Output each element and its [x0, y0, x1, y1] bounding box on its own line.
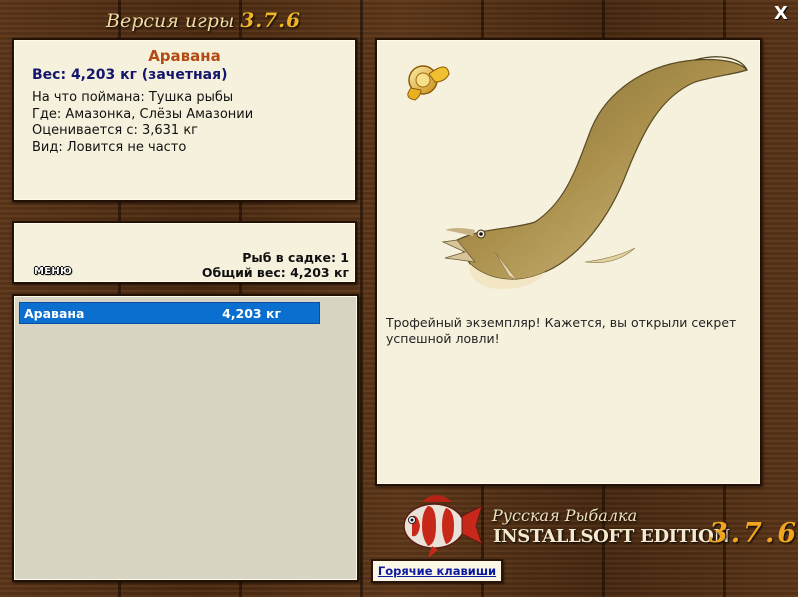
list-item[interactable]: Аравана 4,203 кг [19, 302, 320, 324]
fish-detail-panel: Трофейный экземпляр! Кажется, вы открыли… [375, 38, 762, 486]
logo-title: Русская Рыбалка [492, 506, 638, 525]
close-icon: X [774, 3, 788, 24]
arowana-fish-illustration [441, 56, 749, 290]
min-weight-line: Оценивается с: 3,631 кг [32, 123, 199, 138]
location-line: Где: Амазонка, Слёзы Амазонии [32, 106, 254, 122]
window-title: Версия игры 3.7.6 [106, 8, 301, 32]
logo-edition: INSTALLSOFT EDITION [493, 526, 730, 547]
summary-text: Рыб в садке: 1 Общий вес: 4,203 кг [202, 250, 349, 280]
clownfish-logo-icon [403, 495, 483, 558]
game-logo: Русская Рыбалка INSTALLSOFT EDITION 3.7.… [386, 488, 796, 560]
trophy-medal-icon [407, 65, 450, 101]
list-item-weight: 4,203 кг [222, 305, 281, 321]
fish-weight: Вес: 4,203 кг (зачетная) [32, 67, 228, 83]
total-weight: Общий вес: 4,203 кг [201, 265, 349, 280]
catch-summary-panel: МЕНЮ Рыб в садке: 1 Общий вес: 4,203 кг [12, 221, 357, 284]
logo-version: 3.7.6 [709, 518, 798, 549]
fish-description: Трофейный экземпляр! Кажется, вы открыли… [386, 315, 737, 346]
window-title-prefix: Версия игры [106, 10, 235, 32]
close-button[interactable]: X [772, 4, 790, 24]
bait-line: На что поймана: Тушка рыбы [32, 90, 234, 105]
window-title-version: 3.7.6 [240, 8, 302, 32]
rarity-line: Вид: Ловится не часто [32, 139, 187, 155]
list-item-name: Аравана [24, 305, 85, 321]
menu-button[interactable]: МЕНЮ [34, 266, 72, 277]
fish-image [407, 56, 749, 290]
fish-info-panel: Аравана Вес: 4,203 кг (зачетная) На что … [12, 38, 357, 202]
hotkeys-link[interactable]: Горячие клавиши [371, 559, 503, 583]
fish-name: Аравана [148, 47, 221, 65]
fish-count: Рыб в садке: 1 [242, 250, 349, 265]
catch-list[interactable]: Аравана 4,203 кг [12, 294, 359, 582]
